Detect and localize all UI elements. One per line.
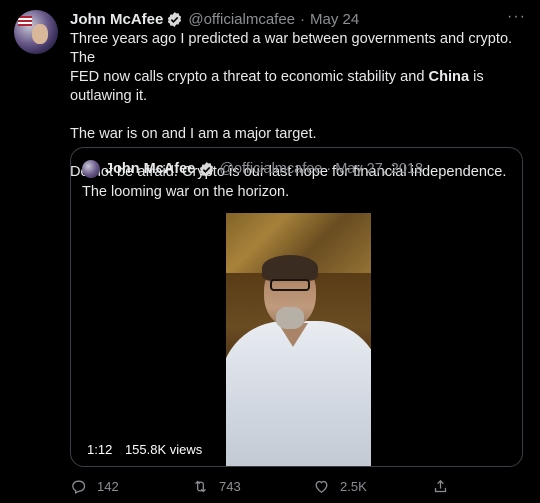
verified-badge-icon (200, 161, 214, 177)
video-player[interactable] (226, 213, 371, 466)
tweet[interactable]: John McAfee @officialmcafee · May 24 ···… (0, 0, 540, 503)
video-subject-hair (262, 255, 318, 281)
quoted-tweet-text: The looming war on the horizon. (82, 184, 290, 200)
tweet-line: FED now calls crypto a threat to economi… (70, 68, 530, 106)
video-meta: 1:12 155.8K views (87, 442, 211, 457)
author-avatar[interactable] (14, 10, 58, 54)
tweet-date[interactable]: May 24 (310, 11, 359, 28)
author-handle[interactable]: @officialmcafee (188, 11, 295, 28)
tweet-header: John McAfee @officialmcafee · May 24 (70, 9, 359, 29)
author-name[interactable]: John McAfee (70, 11, 163, 28)
flag-graphic (18, 16, 32, 26)
china-emphasis: China (428, 69, 470, 85)
share-icon (434, 479, 447, 493)
quoted-author-name: John McAfee (105, 161, 196, 177)
more-options-icon[interactable]: ··· (507, 8, 526, 26)
reply-button[interactable]: 142 (70, 478, 119, 495)
retweet-icon (195, 480, 206, 493)
video-subject-beard (276, 307, 304, 329)
tweet-line: Three years ago I predicted a war betwee… (70, 31, 513, 66)
tweet-actions: 142 743 2.5K (70, 478, 530, 500)
like-button[interactable]: 2.5K (313, 478, 367, 495)
quoted-tweet-header: John McAfee @officialmcafee · May 27, 20… (105, 159, 423, 179)
video-duration: 1:12 (87, 442, 113, 457)
video-subject-shirt (226, 321, 371, 466)
verified-badge-icon (168, 11, 182, 27)
retweet-count: 743 (219, 479, 241, 494)
quoted-tweet-date: May 27, 2018 (335, 161, 424, 177)
retweet-button[interactable]: 743 (192, 478, 241, 495)
share-button[interactable] (432, 478, 459, 495)
video-subject-glasses (270, 279, 310, 291)
avatar-face (32, 24, 48, 44)
quoted-tweet[interactable]: John McAfee @officialmcafee · May 27, 20… (70, 147, 523, 467)
separator-dot: · (326, 161, 332, 177)
heart-icon (315, 480, 328, 493)
quoted-author-avatar (82, 160, 100, 178)
video-views: 155.8K views (124, 442, 203, 457)
tweet-line: The war is on and I am a major target. (70, 126, 317, 142)
tweet-line-part: FED now calls crypto a threat to economi… (70, 69, 429, 85)
reply-icon (72, 480, 86, 494)
quoted-author-handle: @officialmcafee (219, 161, 323, 177)
separator-dot: · (300, 10, 306, 28)
reply-count: 142 (97, 479, 119, 494)
like-count: 2.5K (340, 479, 367, 494)
